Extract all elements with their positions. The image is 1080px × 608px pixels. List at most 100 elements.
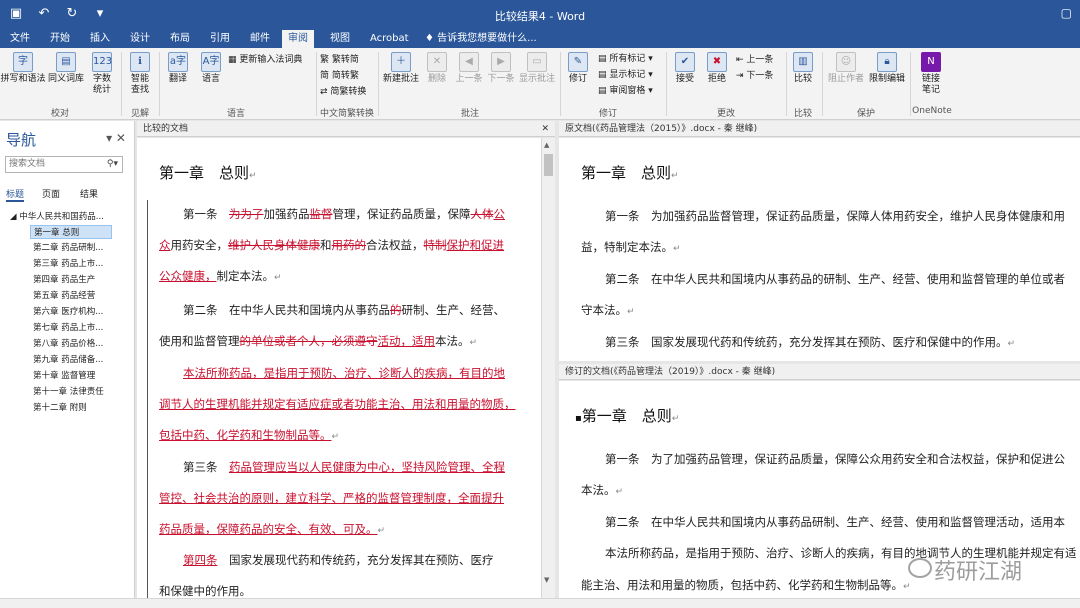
nav-item[interactable]: 第十二章 附则 [30,401,112,415]
original-document[interactable]: 第一章 总则↵ 第一条 为加强药品监督管理，保证药品质量，保障人体用药安全，维护… [559,138,1080,361]
nav-root-label: 中华人民共和国药品... [19,212,104,222]
inserted-text: 包括中药、化学药和生物制品等。 [159,428,332,442]
tab-references[interactable]: 引用 [204,30,236,48]
next-change-button[interactable]: ⇥ 下一条 [736,70,773,82]
nav-item[interactable]: 第二章 药品研制... [30,241,112,255]
group-label-changes: 更改 [716,109,735,119]
tab-insert[interactable]: 插入 [84,30,116,48]
tab-acrobat[interactable]: Acrobat [364,30,415,48]
nav-item[interactable]: 第十一章 法律责任 [30,385,112,399]
group-label-onenote: OneNote [912,106,952,116]
search-input[interactable]: 搜索文档 ⚲▾ [5,156,123,173]
article-4-line-1: 第四条 国家发展现代药和传统药，充分发挥其在预防、医疗 [183,552,494,568]
nav-item[interactable]: 第五章 药品经营 [30,289,112,303]
nav-tree-root[interactable]: ◢ 中华人民共和国药品... [10,210,104,222]
show-comments-button[interactable]: ▭ 显示批注 [518,52,556,85]
language-button[interactable]: A字 语言 [196,52,226,85]
status-bar [0,598,1080,608]
text-run: 管理，保证药品质量，保障 [332,207,471,221]
nav-item[interactable]: 第九章 药品储备... [30,353,112,367]
compare-button[interactable]: ▥ 比较 [790,52,816,85]
next-comment-label: 下一条 [487,74,515,84]
tab-view[interactable]: 视图 [324,30,356,48]
tab-file[interactable]: 文件 [4,30,36,48]
previous-change-icon: ⇤ [736,55,747,65]
thesaurus-button[interactable]: ▤ 同义词库 [46,52,86,85]
tab-review[interactable]: 审阅 [282,30,314,48]
compare-icon: ▥ [793,52,813,72]
block-authors-button[interactable]: ☺ 阻止作者 [826,52,866,85]
scroll-thumb[interactable] [544,154,553,176]
nav-tab-pages[interactable]: 页面 [42,187,60,200]
chinese-conversion-button[interactable]: ⇄ 简繁转换 [320,86,366,98]
trad-to-simple-button[interactable]: 繁 繁转简 [320,54,359,66]
new-comment-button[interactable]: ＋ 新建批注 [382,52,420,85]
reject-button[interactable]: ✖ 拒绝 [704,52,730,85]
linked-notes-button[interactable]: N 链接 笔记 [914,52,948,96]
nav-tab-headings[interactable]: 标题 [6,187,25,202]
simple-to-trad-button[interactable]: 简 简转繁 [320,70,359,82]
original-doc-title: 原文档(《药品管理法（2015）》.docx - 秦 继峰) [565,124,758,134]
text-run: 和 [320,238,332,252]
group-separator [822,52,823,116]
previous-comment-icon: ◀ [459,52,479,72]
nav-title: 导航 [6,131,37,149]
revised-line-1: 第一条 为了加强药品管理，保证药品质量，保障公众用药安全和合法权益，保护和促进公 [605,452,1065,466]
article-2-line-1: 第二条 在中华人民共和国境内从事药品的研制、生产、经营、 [183,302,505,318]
next-comment-icon: ▶ [491,52,511,72]
tab-design[interactable]: 设计 [124,30,156,48]
previous-change-button[interactable]: ⇤ 上一条 [736,54,773,66]
nav-item[interactable]: 第七章 药品上市... [30,321,112,335]
linked-notes-label-1: 链接 [921,74,940,84]
nav-tab-results[interactable]: 结果 [80,187,98,200]
reject-label: 拒绝 [707,74,726,84]
nav-item[interactable]: 第一章 总则 [30,225,112,239]
previous-comment-label: 上一条 [455,74,483,84]
compared-document[interactable]: 第一章 总则↵ 第一条 为为了加强药品监督管理，保证药品质量，保障人体公 众用药… [137,138,541,598]
previous-comment-button[interactable]: ◀ 上一条 [454,52,484,85]
group-separator [121,52,122,116]
tell-me-box[interactable]: ♦ 告诉我您想要做什么... [425,30,537,48]
ribbon-display-options-icon[interactable]: ▢ [1061,6,1072,20]
group-label-proofing: 校对 [50,109,69,119]
restrict-editing-label: 限制编辑 [868,74,905,84]
paragraph-mark: ↵ [1007,339,1016,349]
accept-button[interactable]: ✔ 接受 [672,52,698,85]
tab-home[interactable]: 开始 [44,30,76,48]
paragraph-mark: ↵ [274,273,282,283]
tab-mailings[interactable]: 邮件 [244,30,276,48]
next-comment-button[interactable]: ▶ 下一条 [486,52,516,85]
text-run: 加强药品 [263,207,310,221]
deleted-text: 特制 [423,238,447,252]
spelling-grammar-button[interactable]: 字拼写和语法 [0,52,46,85]
delete-comment-button[interactable]: ✕ 删除 [424,52,450,85]
nav-item[interactable]: 第八章 药品价格... [30,337,112,351]
smart-lookup-button[interactable]: ℹ 智能 查找 [124,52,156,96]
reviewing-pane-dropdown[interactable]: ▤ 审阅窗格 ▾ [598,85,653,97]
scroll-down-icon[interactable]: ▼ [544,576,549,584]
nav-item[interactable]: 第三章 药品上市... [30,257,112,271]
inserted-paragraph-line-3: 包括中药、化学药和生物制品等。↵ [159,427,339,443]
nav-item[interactable]: 第四章 药品生产 [30,273,112,287]
restrict-editing-button[interactable]: 🔒︎ 限制编辑 [866,52,908,85]
scroll-up-icon[interactable]: ▲ [544,141,549,149]
tab-layout[interactable]: 布局 [164,30,196,48]
linked-notes-label-2: 笔记 [921,85,940,95]
compared-vertical-scrollbar[interactable]: ▲ ▼ [541,138,555,598]
close-icon[interactable]: ▾ ✕ [106,131,126,145]
collapse-icon[interactable]: ◢ [10,212,19,222]
search-icon[interactable]: ⚲▾ [107,157,118,172]
update-ime-dictionary-button[interactable]: ▦ 更新输入法词典 [228,54,302,66]
show-markup-dropdown[interactable]: ▤ 显示标记 ▾ [598,69,653,81]
paragraph-mark: ↵ [671,171,679,181]
translate-button[interactable]: a字 翻译 [162,52,194,85]
close-icon[interactable]: ✕ [541,121,549,136]
article-4-line-2: 和保健中的作用。 [159,584,251,598]
heading-text: 第一章 总则 [159,164,250,182]
text-run: 能主治、用法和用量的物质，包括中药、化学药和生物制品等。 [581,578,903,592]
nav-item[interactable]: 第六章 医疗机构... [30,305,112,319]
markup-display-dropdown[interactable]: ▤ 所有标记 ▾ [598,53,653,65]
nav-item[interactable]: 第十章 监督管理 [30,369,112,383]
track-changes-button[interactable]: ✎ 修订 [564,52,592,85]
word-count-button[interactable]: 123 字数 统计 [86,52,118,96]
